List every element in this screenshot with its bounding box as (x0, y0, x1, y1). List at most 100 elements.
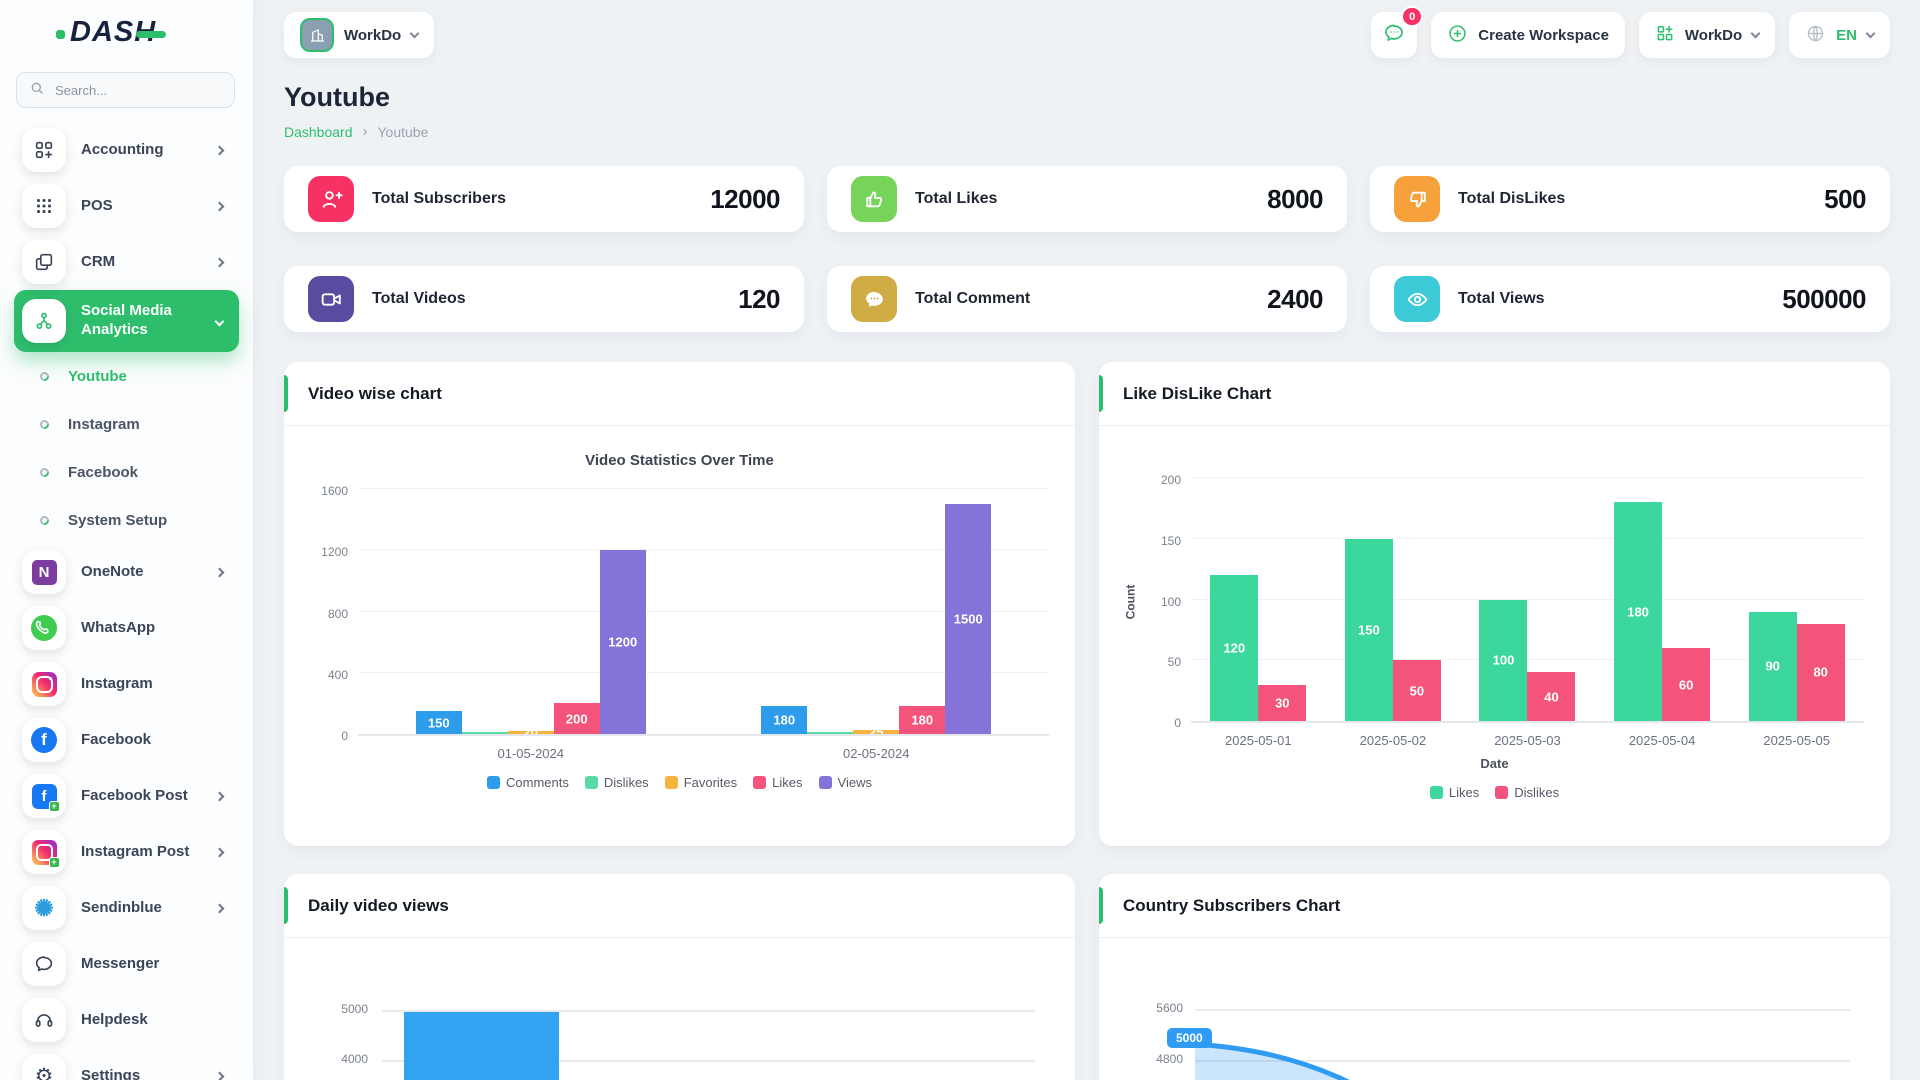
bullet-icon (38, 465, 51, 479)
breadcrumb-dashboard-link[interactable]: Dashboard (284, 124, 353, 140)
sidebar-item-whatsapp[interactable]: WhatsApp (14, 600, 239, 656)
workspace-chip-label: WorkDo (344, 26, 402, 44)
video-icon (308, 276, 354, 322)
bar-favorites: 20 (507, 725, 554, 734)
card-title: Country Subscribers Chart (1123, 895, 1341, 915)
stat-value: 500000 (1782, 283, 1866, 314)
y-tick-label: 800 (327, 606, 348, 621)
plot-area: 150 20 200 1200 180 25 180 1500 (358, 488, 1049, 736)
stat-value: 8000 (1267, 183, 1323, 214)
x-tick-label: 2025-05-03 (1494, 733, 1561, 748)
y-tick-label: 50 (1167, 655, 1181, 670)
language-label: EN (1836, 26, 1857, 44)
legend-likes[interactable]: Likes (1429, 785, 1479, 800)
sidebar-item-sendinblue[interactable]: ✺ Sendinblue (14, 880, 239, 936)
stat-value: 500 (1824, 183, 1866, 214)
bar-likes: 90 (1748, 611, 1797, 721)
sidebar-item-crm[interactable]: CRM (14, 234, 239, 290)
crm-icon (22, 240, 66, 284)
bar-dislikes: 50 (1392, 660, 1441, 721)
sidebar: DASH Accounting POS CRM Social Media Analyt… (0, 0, 253, 1080)
instagram-icon (22, 662, 66, 706)
search-input[interactable] (53, 81, 222, 99)
y-tick-label: 5600 (1156, 1001, 1183, 1015)
sidebar-subitem-instagram[interactable]: Instagram (14, 400, 239, 448)
sidebar-item-pos[interactable]: POS (14, 178, 239, 234)
legend-favorites[interactable]: Favorites (664, 775, 737, 790)
chevron-right-icon (214, 791, 225, 801)
legend-views[interactable]: Views (818, 775, 872, 790)
legend-comments[interactable]: Comments (487, 775, 569, 790)
legend-likes[interactable]: Likes (753, 775, 803, 790)
sidebar-item-facebook-post[interactable]: f + Facebook Post (14, 768, 239, 824)
y-axis: 0 400 800 1200 1600 (310, 484, 358, 743)
stat-value: 12000 (710, 183, 780, 214)
card-header: Video wise chart (284, 362, 1075, 426)
grid-plus-icon (1655, 23, 1675, 47)
sidebar-subitem-label: Youtube (68, 367, 127, 385)
y-tick-label: 1200 (321, 545, 348, 560)
stat-card-total-videos: Total Videos 120 (284, 266, 804, 332)
bar-value-label: 150 (427, 715, 450, 731)
chevron-right-icon (214, 145, 225, 155)
settings-icon: ⚙ (22, 1054, 66, 1080)
sidebar-subitem-youtube[interactable]: Youtube (14, 352, 239, 400)
bar-value-label: 40 (1544, 689, 1559, 705)
x-tick-label: 2025-05-04 (1628, 733, 1696, 748)
charts-row: Video wise chart Video Statistics Over T… (284, 362, 1890, 846)
sidebar-item-instagram-post[interactable]: + Instagram Post (14, 824, 239, 880)
message-count-badge: 0 (1401, 6, 1424, 27)
sidebar-item-settings[interactable]: ⚙ Settings (14, 1048, 239, 1080)
legend-dislikes[interactable]: Dislikes (584, 775, 649, 790)
sidebar-item-instagram[interactable]: Instagram (14, 656, 239, 712)
bar-value-label: 180 (1627, 604, 1649, 620)
workdo-dropdown[interactable]: WorkDo (1638, 12, 1776, 58)
sidebar-item-facebook[interactable]: f Facebook (14, 712, 239, 768)
bar-group: 150 50 (1344, 538, 1441, 721)
y-tick-label: 0 (341, 729, 348, 743)
x-tick-label: 2025-05-01 (1225, 733, 1292, 748)
chevron-right-icon (214, 847, 225, 857)
sidebar-item-social-media-analytics[interactable]: Social Media Analytics (14, 290, 239, 352)
bar-chart: Count 0 50 100 150 200 120 30 150 50 100 40 180 60 90 8… (1123, 473, 1864, 800)
sidebar-item-label: Instagram (81, 674, 153, 692)
legend-dislikes[interactable]: Dislikes (1495, 785, 1559, 800)
language-dropdown[interactable]: EN (1789, 12, 1890, 58)
sidebar-item-label: CRM (81, 252, 116, 270)
breadcrumb-separator: › (362, 123, 368, 140)
card-header: Country Subscribers Chart (1099, 874, 1890, 938)
topbar: WorkDo 0 Create Workspace WorkDo EN (284, 6, 1890, 58)
bar-favorites: 25 (853, 725, 900, 734)
bar-dislikes (461, 732, 508, 734)
sidebar-search[interactable] (16, 72, 235, 108)
sidebar-item-helpdesk[interactable]: Helpdesk (14, 992, 239, 1048)
country-subscribers-chart: 5600 4800 5000 (1125, 954, 1864, 1080)
sidebar-item-onenote[interactable]: N OneNote (14, 544, 239, 600)
messages-button[interactable]: 0 (1371, 6, 1424, 58)
x-axis: 01-05-2024 02-05-2024 (358, 746, 1049, 761)
stats-grid: Total Subscribers 12000 Total Likes 8000 Tot… (284, 166, 1890, 332)
sidebar-item-label: Helpdesk (81, 1010, 148, 1028)
bar-dislikes: 60 (1662, 648, 1711, 721)
bar-value-label: 200 (565, 711, 588, 727)
card-title: Daily video views (308, 895, 449, 915)
globe-icon (1805, 23, 1826, 48)
workspace-chip[interactable]: WorkDo (284, 12, 435, 58)
sidebar-item-label: Instagram Post (81, 842, 190, 860)
chevron-down-icon (409, 28, 420, 39)
facebook-icon: f (22, 718, 66, 762)
sidebar-subitem-system-setup[interactable]: System Setup (14, 496, 239, 544)
bar-value-label: 1200 (608, 634, 638, 650)
sidebar-item-accounting[interactable]: Accounting (14, 122, 239, 178)
sidebar-item-label: Settings (81, 1066, 141, 1080)
bar-value-label: 50 (1409, 683, 1425, 699)
building-icon (300, 18, 334, 52)
sidebar-subitem-label: System Setup (68, 511, 168, 529)
stat-value: 2400 (1267, 283, 1323, 314)
sidebar-item-messenger[interactable]: Messenger (14, 936, 239, 992)
sidebar-item-label: OneNote (81, 562, 144, 580)
create-workspace-button[interactable]: Create Workspace (1431, 12, 1625, 58)
topbar-actions: 0 Create Workspace WorkDo EN (1371, 6, 1890, 58)
bar-value-label: 120 (1223, 640, 1246, 656)
sidebar-subitem-facebook[interactable]: Facebook (14, 448, 239, 496)
